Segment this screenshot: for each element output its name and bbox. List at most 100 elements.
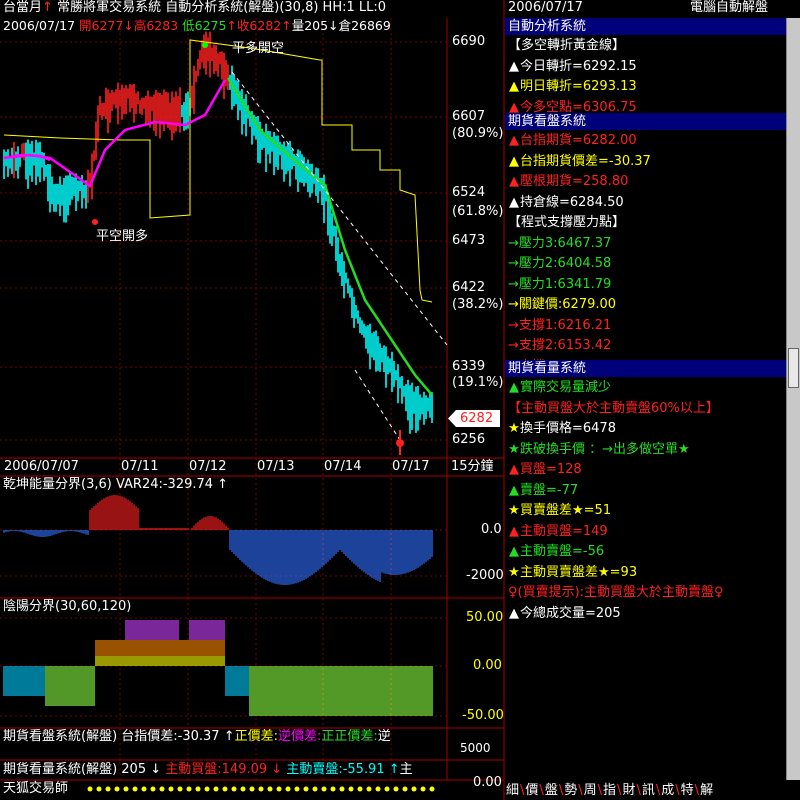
period-label[interactable]: 台當月: [3, 0, 42, 15]
spread-strip: 期貨看盤系統(解盤) 台指價差:-30.37 ↑正價差:逆價差:正正價差:逆: [3, 729, 391, 744]
volume-dot: [231, 786, 237, 792]
tab-9[interactable]: 特: [680, 781, 695, 800]
triangle-up-icon: ▲: [509, 523, 519, 539]
volume-dot: [384, 786, 390, 792]
panel-row: ▲賣盤=-77: [508, 480, 578, 501]
volume-dot: [249, 786, 255, 792]
panel-row: ♀(買賣提示):主動買盤大於主動賣盤♀: [508, 582, 724, 603]
panel-row-text: 台指期貨價差=-30.37: [520, 153, 651, 169]
star-icon: ★: [508, 503, 520, 518]
panel-row-text: →壓力3:6467.37: [508, 235, 612, 251]
tab-10[interactable]: 解: [699, 781, 714, 800]
volume-value: 量205: [291, 18, 329, 33]
panel-row: ▲主動買盤=149: [508, 521, 608, 542]
section-header-volume-watch[interactable]: 期貨看量系統: [505, 360, 788, 377]
annotation-bottom: 平空開多: [96, 229, 149, 244]
osc1-tick: 0.0: [481, 522, 502, 537]
price-tick: 6422: [452, 280, 486, 295]
ni-label: 逆價差:: [277, 729, 322, 744]
volume-dot: [240, 786, 246, 792]
panel-row-text: →壓力1:6341.79: [508, 276, 612, 292]
tab-0[interactable]: 細: [505, 781, 520, 800]
triangle-up-icon: ▲: [509, 133, 519, 148]
volume-dot: [267, 786, 273, 792]
panel-row-text: 主動買賣盤差★=93: [520, 564, 638, 580]
ohlc-line: 2006/07/17 開6277↓高6283 低6275↑收6282↑量205↓…: [3, 18, 391, 33]
panel-row: ▲今日轉折=6292.15: [508, 56, 637, 77]
panel-row: →支撐2:6153.42: [508, 335, 611, 356]
volume-dot: [213, 786, 219, 792]
volume-dot: [105, 786, 111, 792]
fib-tick: (80.9%): [452, 126, 504, 141]
triangle-up-icon: ▲: [509, 194, 519, 210]
panel-row: →關鍵價:6279.00: [508, 294, 616, 315]
triangle-up-icon: ▲: [509, 380, 519, 395]
panel-row-text: 明日轉折=6293.13: [520, 79, 637, 94]
tab-1[interactable]: 價: [524, 781, 539, 800]
osc2-title: 陰陽分界(30,60,120): [3, 599, 132, 614]
triangle-up-icon: ▲: [509, 79, 519, 94]
scrollbar-thumb[interactable]: [788, 348, 799, 388]
date-label: 07/12: [189, 459, 227, 474]
open-value: 開6277: [79, 18, 124, 33]
date-label: 2006/07/07: [4, 459, 79, 474]
panel-row-text: →壓力2:6404.58: [508, 256, 612, 271]
volume-dot: [285, 786, 291, 792]
tab-2[interactable]: 盤: [544, 781, 559, 800]
volume-prefix: 期貨看量系統(解盤) 205 ↓: [3, 762, 162, 777]
volume-dot: [339, 786, 345, 792]
section-header-auto-analysis[interactable]: 自動分析系統: [505, 18, 788, 35]
panel-row-text: 【程式支撐壓力點】: [508, 215, 626, 230]
panel-row: ▲台指期貨=6282.00: [508, 130, 637, 151]
tab-5[interactable]: 指: [602, 781, 617, 800]
panel-row: ▲壓根期貨=258.80: [508, 171, 628, 192]
volume-dot: [321, 786, 327, 792]
star-icon: ★: [508, 564, 520, 580]
osc2-tick: 0.00: [473, 658, 502, 673]
triangle-up-icon: ▲: [509, 605, 519, 621]
annotation-top: 平多開空: [232, 41, 285, 56]
date-label: 07/17: [392, 459, 430, 474]
chart-header: 台當月↑ 常勝將軍交易系統 自動分析系統(解盤)(30,8) HH:1 LL:0: [3, 0, 386, 16]
tab-4[interactable]: 周: [583, 781, 598, 800]
osc1-title: 乾坤能量分界(3,6) VAR24:-329.74 ↑: [3, 477, 229, 492]
triangle-up-icon: ▲: [509, 462, 519, 477]
volume-dot: [312, 786, 318, 792]
price-tick: 6690: [452, 34, 486, 49]
panel-date: 2006/07/17: [508, 0, 583, 15]
panel-row: →支撐1:6216.21: [508, 315, 611, 336]
panel-row-text: 跌破換手價 ：→出多做空單★: [520, 441, 690, 457]
panel-row: ▲實際交易量減少: [508, 377, 611, 398]
star-icon: ★: [508, 421, 520, 436]
panel-row-text: 【多空轉折黃金線】: [508, 38, 626, 53]
triangle-up-icon: ▲: [509, 544, 519, 559]
tab-6[interactable]: 財: [621, 781, 636, 800]
tab-8[interactable]: 成: [660, 781, 675, 800]
panel-row: ★換手價格=6478: [508, 418, 616, 439]
tab-3[interactable]: 勢: [563, 781, 578, 800]
volume-dot: [114, 786, 120, 792]
panel-row: ▲主動賣盤=-56: [508, 541, 604, 562]
period-selector[interactable]: 15分鐘: [451, 459, 494, 475]
triangle-up-icon: ▲: [509, 153, 519, 169]
panel-scrollbar[interactable]: [786, 18, 800, 780]
volume-dot: [168, 786, 174, 792]
panel-row-text: 買盤=128: [520, 462, 582, 477]
brand-label: 天狐交易師: [3, 781, 69, 796]
triangle-up-icon: ▲: [509, 58, 519, 74]
tab-7[interactable]: 訊: [641, 781, 656, 800]
section-header-futures-watch[interactable]: 期貨看盤系統: [505, 113, 788, 130]
active-sell-label: 主動賣盤:-55.91 ↑: [286, 762, 400, 777]
panel-row-text: 實際交易量減少: [520, 380, 612, 395]
osc2-tick: -50.00: [462, 708, 504, 723]
panel-row: ▲明日轉折=6293.13: [508, 76, 637, 97]
panel-row-text: →支撐2:6153.42: [508, 338, 612, 353]
price-tick: 6607: [452, 109, 486, 124]
volume-dot: [276, 786, 282, 792]
panel-row: 【主動買盤大於主動賣盤60%以上】: [508, 398, 719, 419]
volume-dot: [303, 786, 309, 792]
volume-dot: [411, 786, 417, 792]
spread-prefix: 期貨看盤系統(解盤) 台指價差:-30.37 ↑: [3, 729, 235, 744]
active-buy-label: 主動買盤:149.09 ↓: [165, 762, 283, 777]
volume-dot: [393, 786, 399, 792]
